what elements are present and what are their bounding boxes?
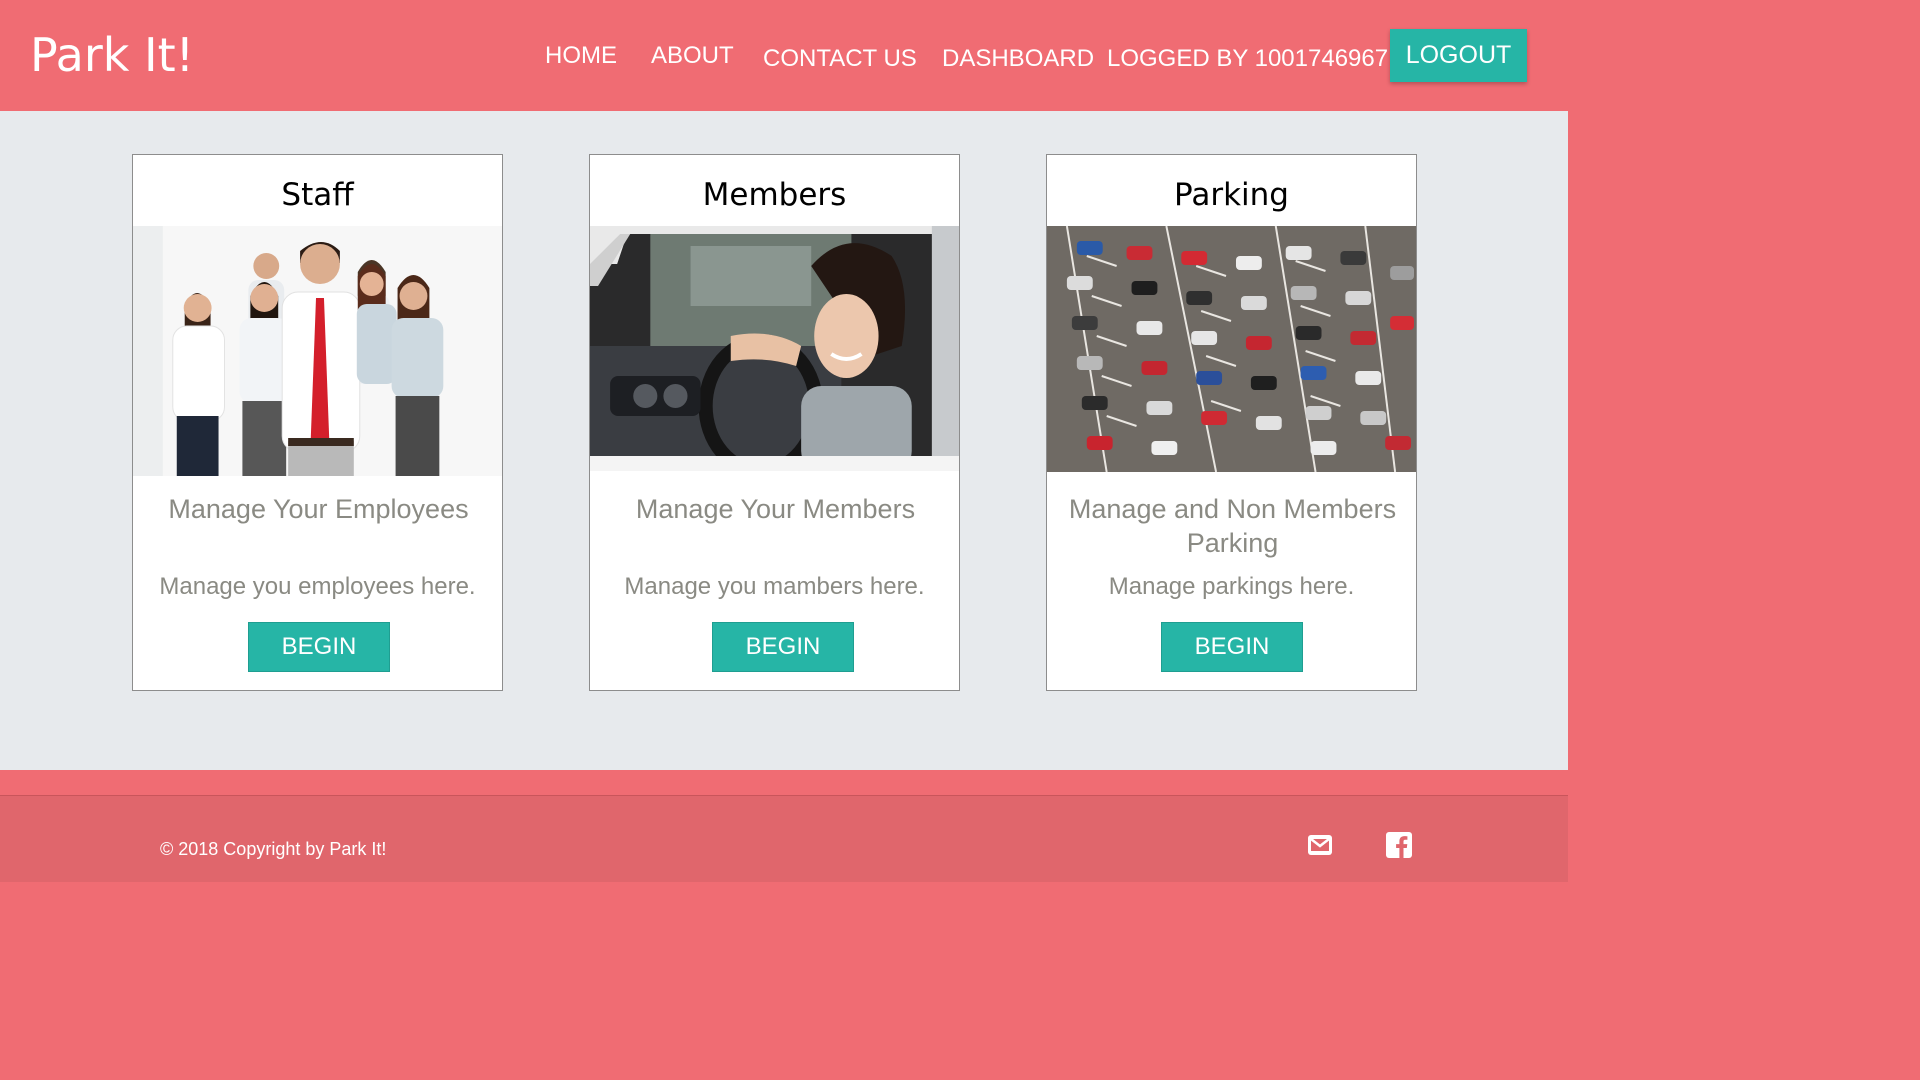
brand-logo[interactable]: Park It! [30, 28, 194, 82]
card-description: Manage you employees here. [159, 573, 476, 600]
facebook-icon[interactable] [1385, 831, 1413, 859]
nav-about-link[interactable]: ABOUT [651, 42, 734, 70]
aerial-parking-lot-photo [1047, 226, 1416, 472]
card-title: Staff [133, 155, 502, 227]
card-description: Manage you mambers here. [624, 573, 925, 600]
navbar: Park It! HOME ABOUT CONTACT US DASHBOARD… [0, 0, 1568, 111]
nav-dashboard-link[interactable]: DASHBOARD [942, 45, 1094, 73]
footer: © 2018 Copyright by Park It! [0, 795, 1568, 882]
logged-in-user-label: LOGGED BY 1001746967 [1107, 45, 1389, 72]
card-members: Members Manage Your Members Manage you m… [589, 154, 960, 691]
woman-driving-car-photo [590, 226, 959, 471]
business-team-photo [133, 226, 502, 476]
parking-begin-button[interactable]: BEGIN [1161, 622, 1303, 672]
card-staff: Staff Manage Your Employees Manage you e… [132, 154, 503, 691]
staff-begin-button[interactable]: BEGIN [248, 622, 390, 672]
card-parking: Parking Manage and Non Members Parking M… [1046, 154, 1417, 691]
nav-contact-link[interactable]: CONTACT US [763, 45, 917, 73]
logout-button[interactable]: LOGOUT [1390, 29, 1527, 82]
copyright-text: © 2018 Copyright by Park It! [160, 839, 387, 859]
nav-home-link[interactable]: HOME [545, 42, 617, 70]
card-heading: Manage Your Members [635, 494, 916, 524]
card-heading: Manage and Non Members Parking [1068, 494, 1397, 558]
footer-spacer [0, 770, 1568, 795]
card-heading: Manage Your Employees [168, 494, 469, 524]
members-begin-button[interactable]: BEGIN [712, 622, 854, 672]
card-title: Members [590, 155, 959, 227]
main-content: Staff Manage Your Employees Manage you e… [0, 111, 1568, 770]
envelope-icon[interactable] [1306, 831, 1334, 859]
card-title: Parking [1047, 155, 1416, 227]
card-description: Manage parkings here. [1108, 573, 1355, 600]
